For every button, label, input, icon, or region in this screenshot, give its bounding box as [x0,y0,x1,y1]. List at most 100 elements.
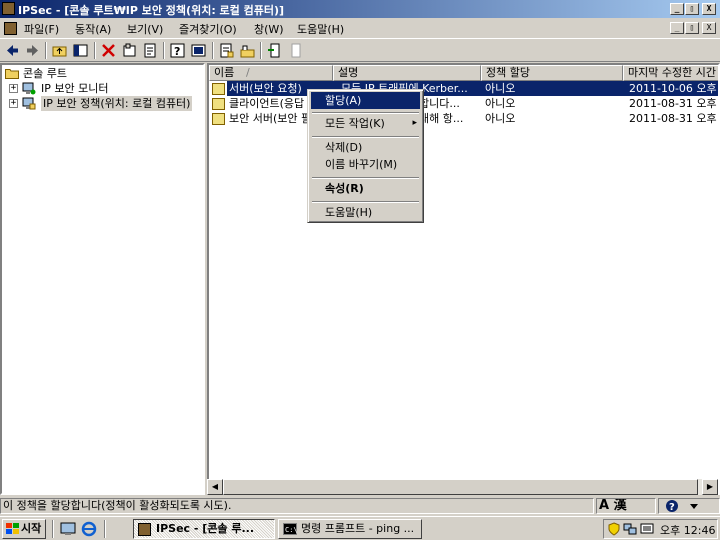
network-icon[interactable] [623,522,637,536]
policy-icon [212,83,225,95]
context-menu: 할당(A) 모든 작업(K) ▸ 삭제(D) 이름 바꾸기(M) 속성(R) 도… [307,89,424,223]
monitor-icon [22,82,36,95]
menu-item-help[interactable]: 도움말(H) [311,204,420,221]
minimize-button[interactable]: _ [670,3,684,15]
menu-bar: 파일(F) 동작(A) 보기(V) 즐겨찾기(O) 창(W) 도움말(H) _ … [0,18,720,38]
help-icon[interactable]: ? [169,42,186,59]
toolbar-separator [163,42,165,59]
start-button[interactable]: 시작 [2,519,46,539]
policy-icon [212,113,225,125]
task-label: IPSec - [콘솔 루... [156,522,255,535]
row-modified: 2011-10-06 오후 12 [623,81,718,96]
help-question-icon[interactable]: ? [665,499,679,513]
table-row[interactable]: 보안 서버(보안 필 대해 항... 아니오 2011-08-31 오후 3 [209,111,718,126]
column-header-description[interactable]: 설명 [333,65,481,81]
unassign-policy-icon[interactable] [287,42,304,59]
ipsec-app-icon[interactable] [2,2,15,15]
svg-text:?: ? [174,45,180,58]
column-header-assigned[interactable]: 정책 할당 [481,65,623,81]
console-icon[interactable] [4,22,17,35]
close-button[interactable]: X [702,3,716,15]
menu-separator [312,112,419,114]
internet-explorer-icon[interactable] [81,521,97,537]
properties-icon[interactable] [121,42,138,59]
toolbar-separator [260,42,262,59]
delete-icon[interactable] [100,42,117,59]
child-restore-button[interactable]: ▯ [685,22,699,34]
display-icon[interactable] [640,522,654,536]
show-hide-tree-icon[interactable] [72,42,89,59]
export-list-icon[interactable] [142,42,159,59]
task-label: 명령 프롬프트 - ping ... [301,522,415,535]
menu-item-rename[interactable]: 이름 바꾸기(M) [311,156,420,173]
expand-button[interactable]: + [9,99,18,108]
menu-favorites[interactable]: 즐겨찾기(O) [179,21,237,37]
toolbar-separator [94,42,96,59]
tree-label-selected: IP 보안 정책(위치: 로컬 컴퓨터) [41,96,193,111]
maximize-button[interactable]: ▯ [685,3,699,15]
menu-action[interactable]: 동작(A) [75,21,111,37]
console-tree-icon[interactable] [190,42,207,59]
table-row[interactable]: 클라이언트(응답 합니다... 아니오 2011-08-31 오후 3 [209,96,718,111]
windows-logo-icon [6,523,19,534]
up-folder-icon[interactable] [51,42,68,59]
menu-item-assign[interactable]: 할당(A) [311,92,420,109]
start-label: 시작 [21,522,42,535]
cmd-icon: C:\ [283,523,297,535]
horizontal-scrollbar[interactable]: ◀ ▶ [207,479,718,495]
menu-item-properties[interactable]: 속성(R) [311,180,420,197]
row-assigned: 아니오 [485,97,516,110]
manage-filters-icon[interactable] [239,42,256,59]
task-ipsec[interactable]: IPSec - [콘솔 루... [133,519,275,539]
scroll-right-button[interactable]: ▶ [702,479,718,495]
window-title: IPSec - [콘솔 루트₩IP 보안 정책(위치: 로컬 컴퓨터)] [18,4,285,17]
menu-view[interactable]: 보기(V) [127,21,163,37]
tree-label: 콘솔 루트 [23,67,67,80]
expand-button[interactable]: + [9,84,18,93]
ime-indicator[interactable]: A 漢 [596,498,656,514]
console-tree[interactable]: 콘솔 루트 + IP 보안 모니터 + IP 보안 정책(위치: 로컬 컴퓨터) [0,63,205,495]
menu-item-delete[interactable]: 삭제(D) [311,139,420,156]
row-description: 합니다... [419,97,460,110]
menu-separator [312,136,419,138]
menu-item-all-tasks[interactable]: 모든 작업(K) ▸ [311,115,420,132]
scroll-thumb[interactable] [223,479,698,495]
forward-arrow-icon[interactable] [24,42,41,59]
table-row[interactable]: 서버(보안 요청) 모든 IP 트래픽에 Kerber... 아니오 2011-… [209,81,718,96]
title-bar[interactable]: IPSec - [콘솔 루트₩IP 보안 정책(위치: 로컬 컴퓨터)] _ ▯… [0,0,720,18]
scroll-left-button[interactable]: ◀ [207,479,223,495]
ipsec-task-icon [138,523,151,536]
row-assigned: 아니오 [485,112,516,125]
status-message: 이 정책을 할당합니다(정책이 활성화되도록 시도). [0,498,594,514]
menu-separator [312,201,419,203]
menu-window[interactable]: 창(W) [254,21,284,37]
dropdown-arrow-icon[interactable] [689,501,699,511]
status-bar: 이 정책을 할당합니다(정책이 활성화되도록 시도). A 漢 ? [0,496,720,516]
column-header-name[interactable]: 이름 / [209,65,333,81]
svg-text:?: ? [669,502,675,513]
child-close-button[interactable]: X [702,22,716,34]
system-tray: 오후 12:46 [603,519,718,539]
menu-file[interactable]: 파일(F) [24,21,59,37]
folder-icon [5,69,19,79]
child-minimize-button[interactable]: _ [670,22,684,34]
column-header-modified[interactable]: 마지막 수정한 시간 [623,65,718,81]
clock[interactable]: 오후 12:46 [660,522,715,538]
taskbar-separator [104,520,106,538]
result-list[interactable]: 이름 / 설명 정책 할당 마지막 수정한 시간 서버(보안 요청) 모든 IP… [207,63,720,495]
menu-item-label: 모든 작업(K) [325,117,385,130]
task-command-prompt[interactable]: C:\ 명령 프롬프트 - ping ... [278,519,422,539]
tree-label: IP 보안 모니터 [41,82,109,95]
back-arrow-icon[interactable] [4,42,21,59]
policy-icon [212,98,225,110]
row-description: 대해 항... [419,112,464,125]
svg-text:C:\: C:\ [285,526,297,534]
toolbar: ? [0,38,720,62]
menu-help[interactable]: 도움말(H) [297,21,344,37]
security-shield-icon[interactable] [608,522,620,536]
sort-indicator: / [246,66,250,79]
create-policy-icon[interactable] [218,42,235,59]
assign-policy-icon[interactable] [266,42,283,59]
show-desktop-icon[interactable] [60,522,76,536]
row-assigned: 아니오 [481,81,627,96]
